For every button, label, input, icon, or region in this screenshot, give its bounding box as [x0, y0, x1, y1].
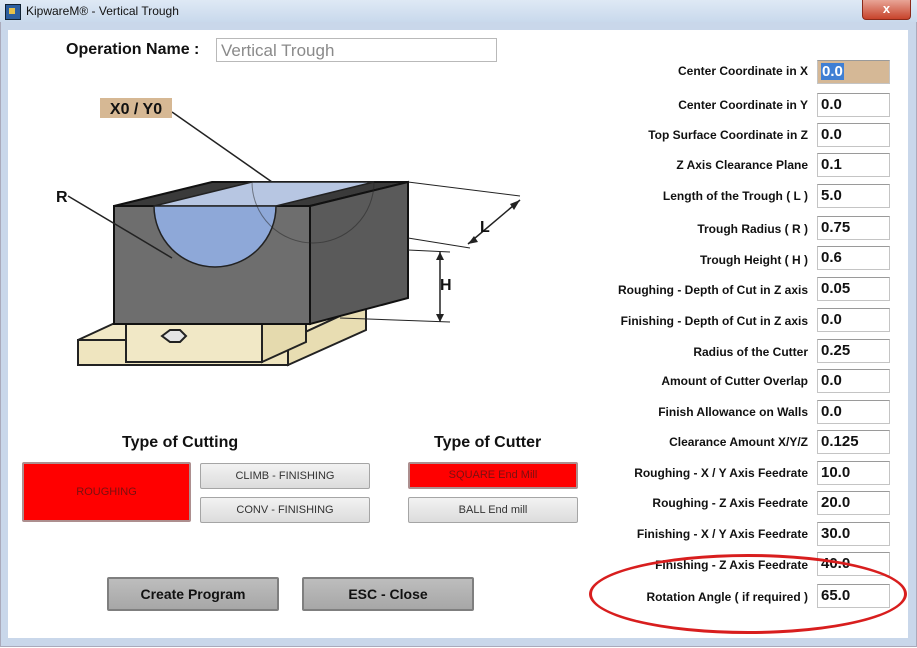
climb-finishing-button[interactable]: CLIMB - FINISHING	[200, 463, 370, 489]
origin-leader	[171, 111, 273, 183]
top-z-input[interactable]: 0.0	[817, 123, 890, 147]
cutter-radius-label: Radius of the Cutter	[693, 345, 808, 359]
trough-radius-input[interactable]: 0.75	[817, 216, 890, 240]
roughing-xy-feed-input[interactable]: 10.0	[817, 461, 890, 485]
roughing-z-feed-label: Roughing - Z Axis Feedrate	[652, 496, 808, 510]
trough-radius-label: Trough Radius ( R )	[697, 222, 808, 236]
conv-finishing-button[interactable]: CONV - FINISHING	[200, 497, 370, 523]
roughing-doc-label: Roughing - Depth of Cut in Z axis	[618, 283, 808, 297]
center-x-input[interactable]: 0.0	[817, 60, 890, 84]
title-bar: KipwareM® - Vertical Trough x	[0, 0, 917, 23]
center-x-label: Center Coordinate in X	[677, 64, 808, 78]
finish-allowance-input[interactable]: 0.0	[817, 400, 890, 424]
trough-length-input[interactable]: 5.0	[817, 184, 890, 208]
finishing-xy-feed-input[interactable]: 30.0	[817, 522, 890, 546]
finishing-xy-feed-label: Finishing - X / Y Axis Feedrate	[636, 527, 808, 541]
cutting-type-title: Type of Cutting	[122, 434, 239, 451]
cutter-overlap-input[interactable]: 0.0	[817, 369, 890, 393]
ball-endmill-button[interactable]: BALL End mill	[408, 497, 578, 523]
length-label: L	[480, 219, 490, 236]
square-endmill-button[interactable]: SQUARE End Mill	[408, 462, 578, 489]
roughing-doc-input[interactable]: 0.05	[817, 277, 890, 301]
trough-height-label: Trough Height ( H )	[700, 253, 808, 267]
top-z-label: Top Surface Coordinate in Z	[648, 128, 808, 142]
roughing-button[interactable]: ROUGHING	[22, 462, 191, 522]
finish-allowance-label: Finish Allowance on Walls	[658, 405, 808, 419]
create-program-button[interactable]: Create Program	[107, 577, 279, 611]
roughing-xy-feed-label: Roughing - X / Y Axis Feedrate	[634, 466, 808, 480]
operation-name-input[interactable]: Vertical Trough	[216, 38, 497, 62]
cutter-radius-input[interactable]: 0.25	[817, 339, 890, 363]
finishing-doc-input[interactable]: 0.0	[817, 308, 890, 332]
clearance-amount-input[interactable]: 0.125	[817, 430, 890, 454]
close-icon[interactable]: x	[862, 0, 911, 20]
app-icon	[5, 4, 21, 20]
highlight-oval	[589, 554, 907, 634]
center-y-input[interactable]: 0.0	[817, 93, 890, 117]
center-y-label: Center Coordinate in Y	[678, 98, 808, 112]
block-side	[309, 180, 409, 326]
roughing-z-feed-input[interactable]: 20.0	[817, 491, 890, 515]
clearance-amount-label: Clearance Amount X/Y/Z	[669, 435, 808, 449]
cutter-type-title: Type of Cutter	[434, 434, 542, 451]
operation-name-label: Operation Name :	[66, 41, 200, 58]
origin-label: X0 / Y0	[110, 101, 162, 118]
finishing-doc-label: Finishing - Depth of Cut in Z axis	[620, 314, 808, 328]
clearance-plane-input[interactable]: 0.1	[817, 153, 890, 177]
trough-height-input[interactable]: 0.6	[817, 246, 890, 270]
window-title: KipwareM® - Vertical Trough	[26, 4, 179, 18]
esc-close-button[interactable]: ESC - Close	[302, 577, 474, 611]
radius-label: R	[56, 189, 68, 206]
trough-length-label: Length of the Trough ( L )	[662, 189, 808, 203]
trough-diagram: X0 / Y0 R L H	[56, 98, 521, 367]
cutter-overlap-label: Amount of Cutter Overlap	[661, 374, 808, 388]
clearance-plane-label: Z Axis Clearance Plane	[676, 158, 808, 172]
height-label: H	[440, 277, 452, 294]
